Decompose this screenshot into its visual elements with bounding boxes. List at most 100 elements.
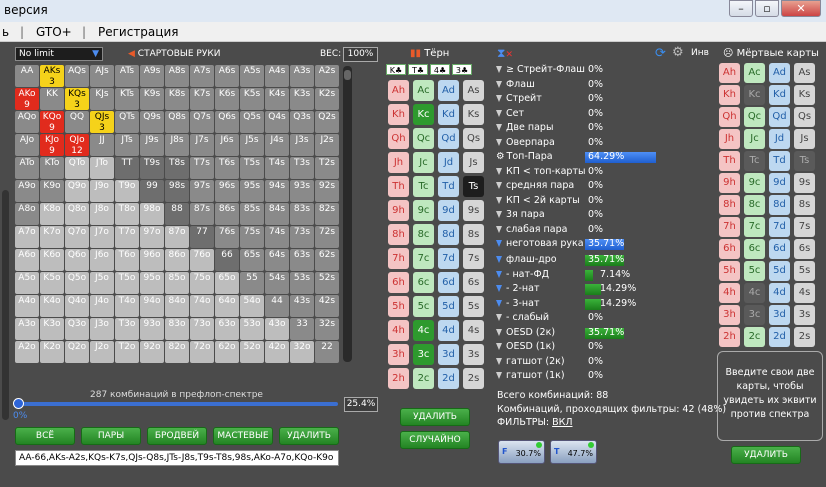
card-Ad[interactable]: Ad bbox=[438, 80, 459, 101]
hand-cell[interactable]: 74o bbox=[190, 295, 214, 317]
game-mode-select[interactable]: No limit ▼ bbox=[15, 47, 103, 61]
card-7d[interactable]: 7d bbox=[438, 248, 459, 269]
dead-card-Kh[interactable]: Kh bbox=[719, 85, 740, 105]
hand-cell[interactable]: 32s bbox=[315, 318, 339, 340]
hand-cell[interactable]: 42o bbox=[265, 341, 289, 363]
board-random-button[interactable]: СЛУЧАЙНО bbox=[400, 431, 470, 449]
hand-cell[interactable]: A5s bbox=[240, 65, 264, 87]
card-5h[interactable]: 5h bbox=[388, 296, 409, 317]
hand-cell[interactable]: Q4o bbox=[65, 295, 89, 317]
hand-cell[interactable]: 43o bbox=[265, 318, 289, 340]
card-Kh[interactable]: Kh bbox=[388, 104, 409, 125]
hand-cell[interactable]: 74s bbox=[265, 226, 289, 248]
hand-cell[interactable]: KTs bbox=[115, 88, 139, 110]
filter-row[interactable]: средняя пара 0% bbox=[496, 180, 666, 193]
card-5c[interactable]: 5c bbox=[413, 296, 434, 317]
dead-card-4h[interactable]: 4h bbox=[719, 283, 740, 303]
hand-cell[interactable]: A7s bbox=[190, 65, 214, 87]
filter-preset-f-button[interactable]: F 30.7% bbox=[498, 440, 545, 464]
hand-cell[interactable]: J4o bbox=[90, 295, 114, 317]
card-2d[interactable]: 2d bbox=[438, 368, 459, 389]
hand-cell[interactable]: J6s bbox=[215, 134, 239, 156]
card-8d[interactable]: 8d bbox=[438, 224, 459, 245]
hand-cell[interactable]: ATo bbox=[15, 157, 39, 179]
hand-cell[interactable]: Q6o bbox=[65, 249, 89, 271]
hand-cell[interactable]: J9o bbox=[90, 180, 114, 202]
card-7h[interactable]: 7h bbox=[388, 248, 409, 269]
hand-cell[interactable]: AA bbox=[15, 65, 39, 87]
hand-cell[interactable]: AJo bbox=[15, 134, 39, 156]
hand-cell[interactable]: K5o bbox=[40, 272, 64, 294]
dead-card-2h[interactable]: 2h bbox=[719, 327, 740, 347]
hand-cell[interactable]: KTo bbox=[40, 157, 64, 179]
filter-row[interactable]: Флаш 0% bbox=[496, 79, 666, 92]
hand-cell[interactable]: 72o bbox=[190, 341, 214, 363]
dead-card-Ad[interactable]: Ad bbox=[769, 63, 790, 83]
hand-cell[interactable]: J3s bbox=[290, 134, 314, 156]
dead-card-3h[interactable]: 3h bbox=[719, 305, 740, 325]
menu-item-gto[interactable]: GTO+ bbox=[36, 25, 72, 39]
hand-cell[interactable]: K5s bbox=[240, 88, 264, 110]
hand-cell[interactable]: Q8o bbox=[65, 203, 89, 225]
card-2s[interactable]: 2s bbox=[463, 368, 484, 389]
hand-cell[interactable]: 64s bbox=[265, 249, 289, 271]
hand-cell[interactable]: T3s bbox=[290, 157, 314, 179]
dead-card-Jd[interactable]: Jd bbox=[769, 129, 790, 149]
hand-cell[interactable]: A8s bbox=[165, 65, 189, 87]
dead-card-7h[interactable]: 7h bbox=[719, 217, 740, 237]
hand-cell[interactable]: 97s bbox=[190, 180, 214, 202]
hand-cell[interactable]: Q5s bbox=[240, 111, 264, 133]
hand-cell[interactable]: J6o bbox=[90, 249, 114, 271]
hand-cell[interactable]: 84o bbox=[165, 295, 189, 317]
hand-cell[interactable]: K4o bbox=[40, 295, 64, 317]
board-delete-button[interactable]: УДАЛИТЬ bbox=[400, 408, 470, 426]
hand-cell[interactable]: 95s bbox=[240, 180, 264, 202]
hand-cell[interactable]: J2s bbox=[315, 134, 339, 156]
hand-cell[interactable]: 82o bbox=[165, 341, 189, 363]
hand-cell[interactable]: 96o bbox=[140, 249, 164, 271]
hand-cell[interactable]: K2s bbox=[315, 88, 339, 110]
hand-cell[interactable]: 54s bbox=[265, 272, 289, 294]
hand-cell[interactable]: 53s bbox=[290, 272, 314, 294]
hand-cell[interactable]: K6o bbox=[40, 249, 64, 271]
dead-card-7s[interactable]: 7s bbox=[794, 217, 815, 237]
dead-card-Ac[interactable]: Ac bbox=[744, 63, 765, 83]
hand-cell[interactable]: 83s bbox=[290, 203, 314, 225]
hand-cell[interactable]: 85o bbox=[165, 272, 189, 294]
dead-card-Qc[interactable]: Qc bbox=[744, 107, 765, 127]
dead-card-4c[interactable]: 4c bbox=[744, 283, 765, 303]
hand-cell[interactable]: A9s bbox=[140, 65, 164, 87]
dead-card-7c[interactable]: 7c bbox=[744, 217, 765, 237]
dead-card-6c[interactable]: 6c bbox=[744, 239, 765, 259]
hand-cell[interactable]: A2s bbox=[315, 65, 339, 87]
hand-cell[interactable]: T9s bbox=[140, 157, 164, 179]
hand-cell[interactable]: JTo bbox=[90, 157, 114, 179]
hand-cell[interactable]: 32o bbox=[290, 341, 314, 363]
hand-cell[interactable]: K9s bbox=[140, 88, 164, 110]
board-card[interactable]: K♣ bbox=[386, 64, 406, 75]
hand-cell[interactable]: 73s bbox=[290, 226, 314, 248]
dead-card-8h[interactable]: 8h bbox=[719, 195, 740, 215]
hand-cell[interactable]: K3s bbox=[290, 88, 314, 110]
dead-card-6d[interactable]: 6d bbox=[769, 239, 790, 259]
hand-cell[interactable]: T4s bbox=[265, 157, 289, 179]
refresh-icon[interactable]: ⟳ bbox=[655, 46, 666, 61]
card-4d[interactable]: 4d bbox=[438, 320, 459, 341]
hand-cell[interactable]: T9o bbox=[115, 180, 139, 202]
hand-cell[interactable]: 94o bbox=[140, 295, 164, 317]
hand-cell[interactable]: 94s bbox=[265, 180, 289, 202]
hand-cell[interactable]: K7o bbox=[40, 226, 64, 248]
hand-cell[interactable]: 54o bbox=[240, 295, 264, 317]
hand-cell[interactable]: 72s bbox=[315, 226, 339, 248]
hand-cell[interactable]: AKo 9 bbox=[15, 88, 39, 110]
invert-label[interactable]: Инв bbox=[691, 48, 709, 58]
filter-row[interactable]: слабая пара 0% bbox=[496, 224, 666, 237]
dead-card-Ts[interactable]: Ts bbox=[794, 151, 815, 171]
card-Jd[interactable]: Jd bbox=[438, 152, 459, 173]
dead-card-Ah[interactable]: Ah bbox=[719, 63, 740, 83]
card-Jc[interactable]: Jc bbox=[413, 152, 434, 173]
dead-card-Th[interactable]: Th bbox=[719, 151, 740, 171]
filter-row[interactable]: - 3-нат 14.29% bbox=[496, 298, 666, 311]
hand-cell[interactable]: J4s bbox=[265, 134, 289, 156]
hand-cell[interactable]: 44 bbox=[265, 295, 289, 317]
